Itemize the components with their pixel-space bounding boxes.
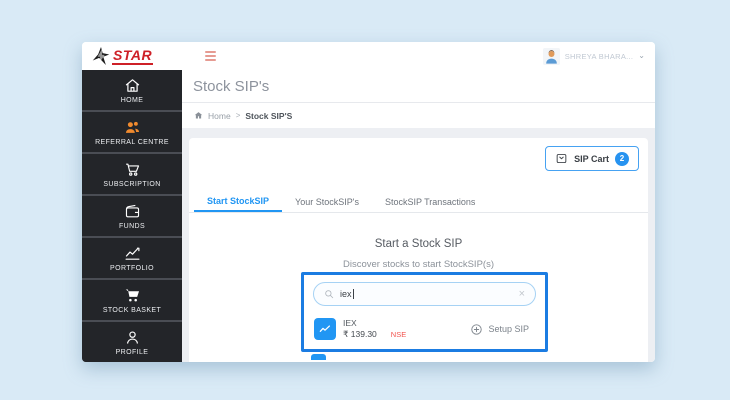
tab-your-stocksips[interactable]: Your StockSIP's — [282, 192, 372, 212]
sidebar: HOME REFERRAL CENTRE SUBSCRIPTION FUNDS … — [82, 70, 182, 362]
tab-stocksip-transactions[interactable]: StockSIP Transactions — [372, 192, 488, 212]
sip-cart-icon — [556, 153, 567, 164]
cart-outline-icon — [125, 163, 139, 176]
page-title-bar: Stock SIP's — [182, 70, 655, 103]
chart-line-icon — [125, 247, 139, 260]
sidebar-item-label: SUBSCRIPTION — [103, 180, 161, 188]
search-icon — [325, 290, 334, 299]
sidebar-item-label: STOCK BASKET — [102, 306, 162, 314]
search-value: iex — [340, 289, 352, 299]
avatar — [542, 47, 560, 65]
section-heading: Start a Stock SIP — [374, 238, 463, 250]
setup-sip-button[interactable]: Setup SIP — [470, 323, 529, 336]
breadcrumb-current: Stock SIP'S — [245, 110, 293, 121]
stock-chart-icon — [314, 318, 336, 340]
plus-circle-icon — [471, 323, 483, 335]
star-logo-icon — [92, 47, 110, 65]
brand-logo[interactable]: STAR — [92, 46, 154, 65]
sip-cart-count-badge: 2 — [615, 151, 629, 166]
sidebar-item-profile[interactable]: PROFILE — [82, 322, 182, 362]
section-subheading: Discover stocks to start StockSIP(s) — [343, 259, 494, 270]
home-icon — [125, 78, 139, 92]
stock-price: ₹ 139.30 — [343, 329, 377, 339]
sidebar-item-funds[interactable]: FUNDS — [82, 196, 182, 236]
tab-bar: Start StockSIP Your StockSIP's StockSIP … — [189, 192, 648, 213]
sidebar-item-referral-centre[interactable]: REFERRAL CENTRE — [82, 112, 182, 152]
chevron-down-icon: ⌄ — [638, 51, 645, 60]
highlight-box: iex × IEX ₹ 139.30 NSE Setup SIP — [301, 272, 548, 352]
stock-info: IEX ₹ 139.30 NSE — [343, 318, 406, 340]
text-caret — [352, 289, 354, 299]
user-menu[interactable]: SHREYA BHARA... ⌄ — [542, 47, 645, 65]
main-content: Stock SIP's Home > Stock SIP'S SIP Cart — [182, 70, 655, 362]
tab-start-stocksip[interactable]: Start StockSIP — [194, 192, 283, 212]
people-icon — [125, 121, 139, 133]
breadcrumb: Home > Stock SIP'S — [182, 103, 655, 128]
clear-search-icon[interactable]: × — [519, 289, 525, 300]
page-title: Stock SIP's — [193, 77, 270, 95]
stock-exchange-badge: NSE — [390, 330, 407, 339]
setup-sip-label: Setup SIP — [488, 324, 529, 334]
sidebar-item-stock-basket[interactable]: STOCK BASKET — [82, 280, 182, 320]
next-result-partial-icon — [311, 354, 326, 360]
app-window: STAR SHREYA BHARA... ⌄ HOME REFERRAL CEN… — [82, 42, 655, 362]
cart-filled-icon — [125, 288, 139, 301]
brand-logo-text: STAR — [112, 46, 154, 65]
breadcrumb-home-icon — [194, 112, 203, 119]
breadcrumb-home-link[interactable]: Home — [208, 111, 231, 121]
stock-sip-card: SIP Cart 2 Start StockSIP Your StockSIP'… — [189, 138, 648, 362]
sip-cart-label: SIP Cart — [574, 153, 609, 164]
sidebar-item-subscription[interactable]: SUBSCRIPTION — [82, 154, 182, 194]
sidebar-item-home[interactable]: HOME — [82, 70, 182, 110]
breadcrumb-separator: > — [235, 111, 241, 120]
sip-cart-button[interactable]: SIP Cart 2 — [545, 146, 639, 171]
stock-symbol: IEX — [343, 318, 357, 328]
sidebar-item-label: FUNDS — [118, 222, 146, 230]
hamburger-menu-icon[interactable] — [205, 51, 217, 61]
sidebar-item-label: PROFILE — [115, 348, 149, 356]
stock-search-input[interactable]: iex × — [313, 282, 536, 306]
search-result-row[interactable]: IEX ₹ 139.30 NSE Setup SIP — [314, 318, 529, 340]
user-name: SHREYA BHARA... — [564, 51, 634, 61]
person-icon — [126, 330, 138, 344]
sidebar-item-portfolio[interactable]: PORTFOLIO — [82, 238, 182, 278]
sidebar-item-label: PORTFOLIO — [110, 264, 154, 272]
top-bar: STAR SHREYA BHARA... ⌄ — [82, 42, 655, 70]
wallet-icon — [125, 204, 139, 217]
sidebar-item-label: HOME — [120, 96, 144, 104]
sidebar-item-label: REFERRAL CENTRE — [95, 138, 169, 146]
